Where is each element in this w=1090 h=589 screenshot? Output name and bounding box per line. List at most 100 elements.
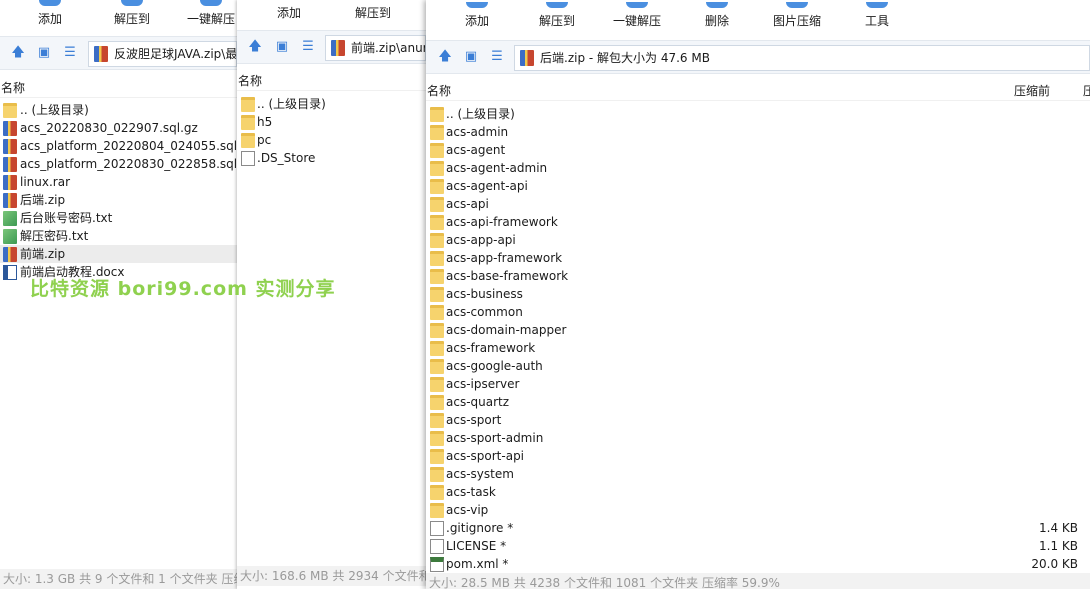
- list-item[interactable]: acs-quartz: [426, 393, 1090, 411]
- folder-icon: [430, 485, 444, 500]
- one-click-extract-button[interactable]: 一键解压: [182, 0, 237, 36]
- list-item[interactable]: linux.rar: [0, 173, 237, 191]
- folder-icon: [430, 197, 444, 212]
- delete-button[interactable]: 删除: [696, 2, 738, 38]
- column-header-compressed[interactable]: 压: [1083, 81, 1090, 101]
- folder-icon: [430, 377, 444, 392]
- thumbnail-view-icon[interactable]: ▣: [463, 41, 479, 73]
- list-view-icon[interactable]: ☰: [300, 31, 316, 63]
- column-header-name[interactable]: 名称: [237, 71, 426, 91]
- list-item[interactable]: acs-app-framework: [426, 249, 1090, 267]
- status-bar: 大小: 1.3 GB 共 9 个文件和 1 个文件夹 压缩: [0, 569, 237, 589]
- list-item[interactable]: acs-agent-admin: [426, 159, 1090, 177]
- list-item[interactable]: acs-sport: [426, 411, 1090, 429]
- archive-icon: [520, 50, 534, 66]
- folder-icon: [430, 467, 444, 482]
- status-bar: 大小: 168.6 MB 共 2934 个文件和: [237, 566, 426, 586]
- folder-icon: [241, 97, 255, 112]
- list-item[interactable]: .. (上级目录): [426, 105, 1090, 123]
- extract-to-button[interactable]: 解压到: [529, 2, 585, 38]
- file-icon: [430, 521, 444, 536]
- column-header-uncompressed[interactable]: 压缩前: [1014, 81, 1050, 101]
- path-field[interactable]: 前端.zip\anur: [325, 35, 426, 61]
- status-bar: 大小: 28.5 MB 共 4238 个文件和 1081 个文件夹 压缩率 59…: [426, 573, 1090, 589]
- file-size: 1.1 KB: [1039, 539, 1078, 553]
- list-view-icon[interactable]: ☰: [489, 41, 505, 73]
- thumbnail-view-icon[interactable]: ▣: [36, 37, 52, 69]
- folder-icon: [430, 341, 444, 356]
- folder-icon: [430, 449, 444, 464]
- one-click-extract-button[interactable]: 一键解压: [606, 2, 668, 38]
- column-header-name[interactable]: 名称: [0, 78, 237, 98]
- path-field[interactable]: 后端.zip - 解包大小为 47.6 MB: [514, 45, 1090, 71]
- delete-icon: [706, 2, 728, 8]
- list-item[interactable]: acs-vip: [426, 501, 1090, 519]
- up-arrow-icon[interactable]: 🡅: [10, 37, 26, 69]
- list-item[interactable]: acs-domain-mapper: [426, 321, 1090, 339]
- folder-icon: [430, 269, 444, 284]
- list-item[interactable]: .DS_Store: [237, 149, 426, 167]
- address-bar: 🡅 ▣ ☰ 反波胆足球JAVA.zip\最: [0, 36, 237, 70]
- up-arrow-icon[interactable]: 🡅: [247, 31, 263, 63]
- list-view-icon[interactable]: ☰: [62, 37, 78, 69]
- folder-icon: [430, 503, 444, 518]
- word-file-icon: [3, 265, 17, 280]
- list-item[interactable]: acs-common: [426, 303, 1090, 321]
- list-item[interactable]: acs-agent: [426, 141, 1090, 159]
- list-item[interactable]: acs-base-framework: [426, 267, 1090, 285]
- list-item[interactable]: .gitignore * 1.4 KB: [426, 519, 1090, 537]
- list-item[interactable]: 后端.zip: [0, 191, 237, 209]
- list-item[interactable]: acs-api: [426, 195, 1090, 213]
- extract-to-icon: [121, 0, 143, 6]
- folder-icon: [430, 179, 444, 194]
- list-item[interactable]: .. (上级目录): [0, 101, 237, 119]
- add-icon: [466, 2, 488, 8]
- thumbnail-view-icon[interactable]: ▣: [274, 31, 290, 63]
- toolbar: 添加 解压到 一键解压: [0, 0, 237, 36]
- archive-window-backend: 添加 解压到 一键解压 删除 图片压缩 工具 🡅 ▣ ☰ 后端.zip - 解包…: [426, 0, 1090, 589]
- list-item[interactable]: acs-google-auth: [426, 357, 1090, 375]
- list-item[interactable]: .. (上级目录): [237, 95, 426, 113]
- add-button[interactable]: 添加: [24, 0, 76, 36]
- list-item[interactable]: pc: [237, 131, 426, 149]
- path-field[interactable]: 反波胆足球JAVA.zip\最: [88, 41, 237, 67]
- list-item[interactable]: acs-business: [426, 285, 1090, 303]
- one-click-extract-icon: [200, 0, 222, 6]
- folder-icon: [430, 233, 444, 248]
- list-item[interactable]: acs-app-api: [426, 231, 1090, 249]
- folder-icon: [430, 359, 444, 374]
- list-item[interactable]: 后台账号密码.txt: [0, 209, 237, 227]
- folder-icon: [430, 251, 444, 266]
- list-item[interactable]: acs-sport-admin: [426, 429, 1090, 447]
- image-compress-button[interactable]: 图片压缩: [766, 2, 828, 38]
- list-item[interactable]: acs-framework: [426, 339, 1090, 357]
- list-item[interactable]: LICENSE * 1.1 KB: [426, 537, 1090, 555]
- add-icon: [39, 0, 61, 6]
- list-item[interactable]: acs_platform_20220830_022858.sql.gz: [0, 155, 237, 173]
- folder-icon: [430, 125, 444, 140]
- list-item[interactable]: 解压密码.txt: [0, 227, 237, 245]
- list-item[interactable]: acs-sport-api: [426, 447, 1090, 465]
- file-list: .. (上级目录) acs_20220830_022907.sql.gz acs…: [0, 101, 237, 281]
- list-item[interactable]: acs_platform_20220804_024055.sql.gz: [0, 137, 237, 155]
- column-header-name[interactable]: 名称: [427, 81, 451, 101]
- list-item[interactable]: h5: [237, 113, 426, 131]
- list-item[interactable]: acs-task: [426, 483, 1090, 501]
- one-click-extract-icon: [626, 2, 648, 8]
- file-icon: [430, 539, 444, 554]
- extract-to-button[interactable]: 解压到: [104, 0, 160, 36]
- list-item[interactable]: acs_20220830_022907.sql.gz: [0, 119, 237, 137]
- file-list: .. (上级目录) acs-admin acs-agent acs-agent-…: [426, 105, 1090, 573]
- list-item[interactable]: acs-api-framework: [426, 213, 1090, 231]
- list-item[interactable]: acs-agent-api: [426, 177, 1090, 195]
- list-item[interactable]: acs-admin: [426, 123, 1090, 141]
- file-icon: [241, 151, 255, 166]
- up-arrow-icon[interactable]: 🡅: [437, 41, 453, 73]
- list-item[interactable]: pom.xml * 20.0 KB: [426, 555, 1090, 573]
- tools-icon: [866, 2, 888, 8]
- list-item[interactable]: acs-system: [426, 465, 1090, 483]
- list-item-selected[interactable]: 前端.zip: [0, 245, 237, 263]
- list-item[interactable]: acs-ipserver: [426, 375, 1090, 393]
- add-button[interactable]: 添加: [452, 2, 502, 38]
- tools-button[interactable]: 工具: [857, 2, 897, 38]
